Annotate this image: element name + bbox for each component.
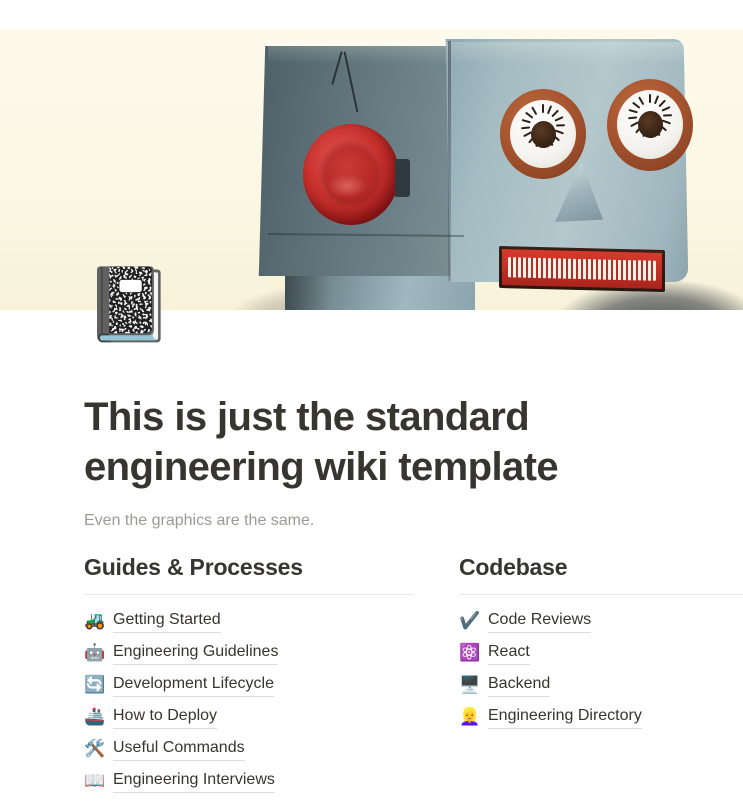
page-icon[interactable]: 📓 — [84, 263, 174, 347]
robot-head-bevel — [268, 42, 686, 64]
robot-icon: 🤖 — [84, 643, 106, 662]
page-title: This is just the standard engineering wi… — [84, 395, 559, 489]
list-item[interactable]: 📖 Engineering Interviews — [84, 765, 414, 797]
link-react[interactable]: React — [488, 641, 530, 665]
desktop-computer-icon: 🖥️ — [459, 675, 481, 694]
list-item[interactable]: 🛠️ Useful Commands — [84, 733, 414, 765]
column-codebase: Codebase ✔️ Code Reviews ⚛️ React 🖥️ Bac… — [459, 552, 743, 797]
page-subtitle: Even the graphics are the same. — [84, 512, 315, 529]
list-item[interactable]: 👱‍♀️ Engineering Directory — [459, 701, 743, 733]
column-heading: Codebase — [459, 554, 568, 580]
tractor-icon: 🚜 — [84, 611, 106, 630]
ship-icon: 🚢 — [84, 707, 106, 726]
robot-mouth — [499, 245, 665, 293]
link-development-lifecycle[interactable]: Development Lifecycle — [113, 673, 274, 697]
list-item[interactable]: 🚜 Getting Started — [84, 605, 414, 637]
link-getting-started[interactable]: Getting Started — [113, 609, 221, 633]
robot-left-pupil — [531, 121, 556, 148]
robot-right-eye — [607, 79, 693, 171]
robot-mouth-teeth — [508, 257, 656, 281]
list-item[interactable]: 🚢 How to Deploy — [84, 701, 414, 733]
link-engineering-guidelines[interactable]: Engineering Guidelines — [113, 641, 279, 665]
column-divider — [459, 594, 743, 595]
link-list-guides: 🚜 Getting Started 🤖 Engineering Guidelin… — [84, 605, 414, 797]
list-item[interactable]: ⚛️ React — [459, 637, 743, 669]
robot-left-eye-dial — [510, 100, 576, 168]
robot-head-edge — [448, 41, 451, 281]
column-guides-processes: Guides & Processes 🚜 Getting Started 🤖 E… — [84, 552, 414, 797]
list-item[interactable]: 🤖 Engineering Guidelines — [84, 637, 414, 669]
open-book-icon: 📖 — [84, 771, 106, 790]
check-mark-icon: ✔️ — [459, 611, 481, 630]
column-heading: Guides & Processes — [84, 554, 303, 580]
link-how-to-deploy[interactable]: How to Deploy — [113, 705, 218, 729]
link-engineering-interviews[interactable]: Engineering Interviews — [113, 769, 275, 793]
recycle-arrows-icon: 🔄 — [84, 675, 106, 694]
person-blond-hair-icon: 👱‍♀️ — [459, 707, 481, 726]
list-item[interactable]: 🖥️ Backend — [459, 669, 743, 701]
link-list-codebase: ✔️ Code Reviews ⚛️ React 🖥️ Backend 👱‍♀️… — [459, 605, 743, 733]
robot-knob-tab — [395, 159, 410, 197]
robot-right-pupil — [638, 111, 663, 138]
link-columns: Guides & Processes 🚜 Getting Started 🤖 E… — [0, 552, 743, 797]
link-backend[interactable]: Backend — [488, 673, 551, 697]
robot-red-ear-knob — [303, 124, 399, 225]
robot-left-eye — [500, 89, 586, 179]
list-item[interactable]: ✔️ Code Reviews — [459, 605, 743, 637]
atom-react-icon: ⚛️ — [459, 643, 481, 662]
link-code-reviews[interactable]: Code Reviews — [488, 609, 592, 633]
list-item[interactable]: 🔄 Development Lifecycle — [84, 669, 414, 701]
column-divider — [84, 594, 414, 595]
hammer-and-wrench-icon: 🛠️ — [84, 739, 106, 758]
robot-right-eye-dial — [617, 90, 683, 159]
robot-red-knob-highlight — [327, 174, 367, 198]
link-useful-commands[interactable]: Useful Commands — [113, 737, 245, 761]
link-engineering-directory[interactable]: Engineering Directory — [488, 705, 642, 729]
